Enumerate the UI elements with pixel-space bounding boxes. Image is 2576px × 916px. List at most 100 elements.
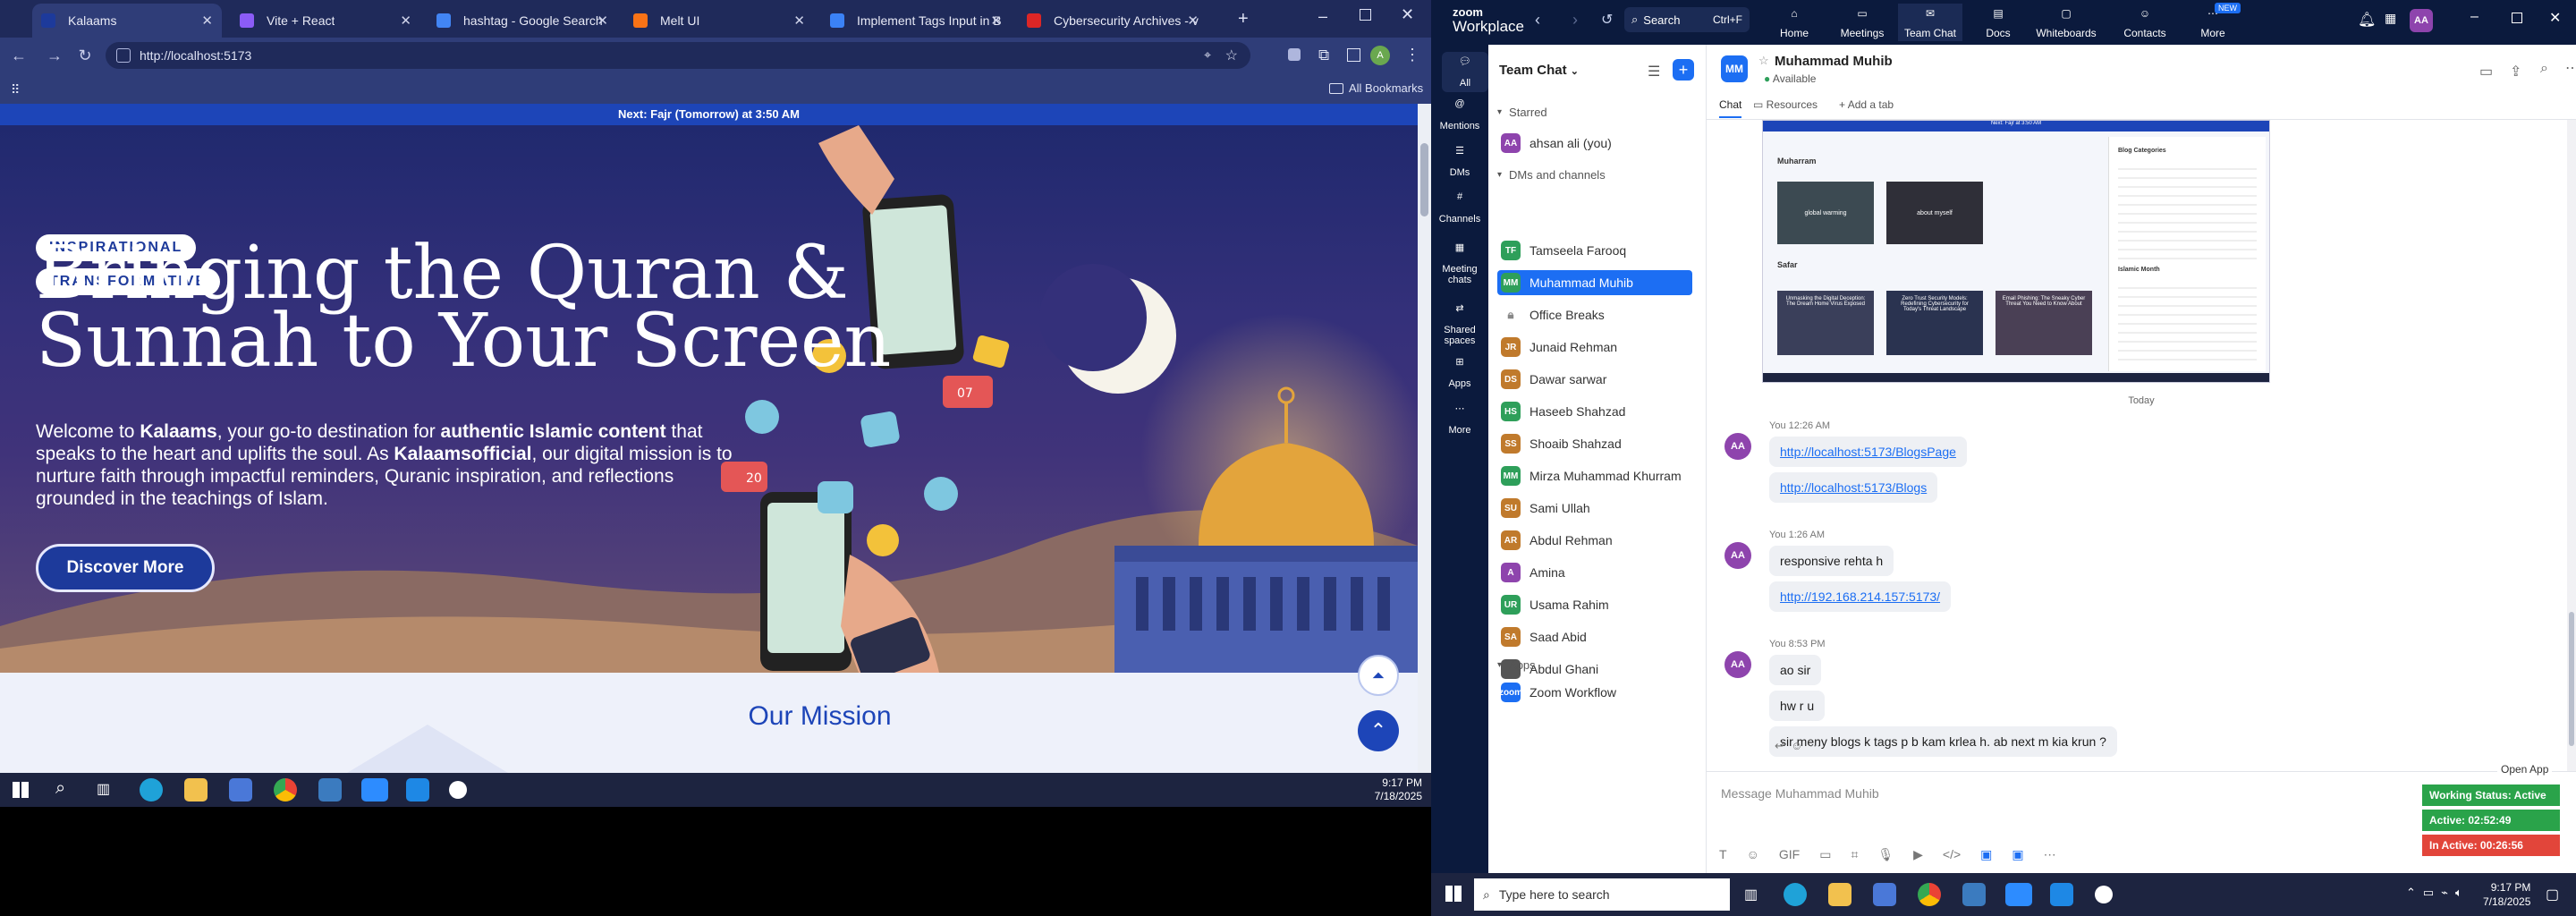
new-tab-icon[interactable]: + [1238,9,1249,30]
contact-item[interactable]: SS Shoaib Shahzad [1497,431,1692,456]
side-meeting-chats[interactable]: ▦ Meeting chats [1431,242,1488,285]
scroll-top-small-icon[interactable]: ⏶ [1358,655,1399,696]
back-icon[interactable]: ‹ [1535,11,1540,30]
nav-team-chat[interactable]: ✉ Team Chat [1898,4,1962,41]
message-link[interactable]: http://localhost:5173/Blogs [1780,480,1927,495]
share-icon[interactable]: ⇪ [2510,63,2521,81]
starred-section[interactable]: ▾ Starred [1497,106,1547,119]
message-link[interactable]: http://192.168.214.157:5173/ [1780,589,1940,604]
message-bubble[interactable]: hw r u [1769,691,1826,721]
back-icon[interactable]: ← [9,46,29,65]
chrome-icon[interactable] [274,778,297,802]
forward-icon[interactable]: → [45,46,64,65]
search-icon[interactable]: ⌕ [55,778,65,799]
windows-start-icon[interactable] [13,782,29,798]
windows-start-icon[interactable] [1445,886,1462,902]
screenshot-icon[interactable]: ⌗ [1851,847,1858,862]
close-window-icon[interactable]: ✕ [2549,9,2561,27]
contact-item[interactable]: SA Saad Abid [1497,624,1692,649]
message-bubble[interactable]: http://192.168.214.157:5173/ [1769,581,1952,612]
contact-item[interactable]: TF Tamseela Farooq [1497,238,1692,263]
vscode-icon[interactable] [2050,883,2073,906]
side-shared-spaces[interactable]: ⇄ Shared spaces [1431,302,1488,346]
more-icon[interactable]: ⋯ [2044,847,2056,862]
close-tab-icon[interactable]: ✕ [597,13,608,29]
clock[interactable]: 9:17 PM 7/18/2025 [1375,776,1422,803]
file-explorer-icon[interactable] [1828,883,1852,906]
task-view-icon[interactable]: ▥ [97,780,110,798]
contact-item[interactable]: DS Dawar sarwar [1497,367,1692,392]
file-explorer-icon[interactable] [184,778,208,802]
app-icon[interactable] [318,778,342,802]
tab-6[interactable]: Cybersecurity Archives - vCi ✕ [1018,4,1208,38]
new-chat-button[interactable]: + [1673,59,1694,81]
tab-add[interactable]: + Add a tab [1839,98,1894,111]
message-bubble[interactable]: responsive rehta h [1769,546,1894,576]
gif-icon[interactable]: GIF [1779,847,1800,862]
store-icon[interactable] [1873,883,1896,906]
bell-icon[interactable]: 🔔︎ [2358,11,2376,29]
app-icon[interactable] [1962,883,1986,906]
message-bubble[interactable]: http://localhost:5173/BlogsPage [1769,437,1967,467]
app-icon[interactable] [2095,886,2113,903]
contact-item-self[interactable]: AA ahsan ali (you) [1497,131,1692,156]
store-icon[interactable] [229,778,252,802]
apps-grid-icon[interactable]: ⠿ [11,82,20,98]
tab-3[interactable]: hashtag - Google Search ✕ [428,4,617,38]
task-view-icon[interactable]: ▥ [1744,886,1758,903]
notification-icon[interactable]: ▢ [2546,886,2559,903]
menu-kebab-icon[interactable]: ⋮ [1404,46,1420,64]
zoom-app-icon[interactable]: ▣ [1980,847,1992,862]
more-icon[interactable]: ⋯ [2565,59,2576,77]
user-avatar[interactable]: AA [2410,9,2433,32]
zoom-app-icon[interactable]: ▣ [2012,847,2023,862]
message-link[interactable]: http://localhost:5173/BlogsPage [1780,445,1956,459]
code-icon[interactable]: </> [1943,847,1961,862]
contact-item[interactable]: UR Usama Rahim [1497,592,1692,617]
mic-icon[interactable]: 🎙︎ [1877,847,1894,862]
contact-item[interactable]: MM Mirza Muhammad Khurram [1497,463,1692,488]
chrome-icon[interactable] [1918,883,1941,906]
tab-4[interactable]: Melt UI ✕ [624,4,814,38]
chat-scrollbar[interactable] [2567,120,2576,771]
site-info-icon[interactable] [116,48,131,63]
close-tab-icon[interactable]: ✕ [793,13,805,29]
contact-item[interactable]: MM Muhammad Muhib [1497,270,1692,295]
nav-contacts[interactable]: ☺ Contacts [2113,7,2177,39]
side-dms[interactable]: ☰ DMs [1431,145,1488,178]
scroll-top-button[interactable]: ⌃ [1358,710,1399,751]
edge-icon[interactable] [1784,883,1807,906]
side-more[interactable]: ⋯ More [1431,403,1488,436]
side-channels[interactable]: # Channels [1431,191,1488,225]
vscode-icon[interactable] [406,778,429,802]
contact-item[interactable]: SU Sami Ullah [1497,496,1692,521]
nav-whiteboards[interactable]: ▢ Whiteboards [2034,7,2098,39]
apps-section[interactable]: ▾ Apps [1497,658,1536,672]
tab-2[interactable]: Vite + React ✕ [231,4,420,38]
maximize-icon[interactable] [1360,9,1371,21]
message-bubble[interactable]: http://localhost:5173/Blogs [1769,472,1938,503]
url-input[interactable]: http://localhost:5173 ⌖ ☆ [106,42,1250,69]
contact-item-zoom-workflow[interactable]: zoom Zoom Workflow [1497,680,1692,705]
clock[interactable]: 9:17 PM 7/18/2025 [2483,880,2530,909]
discover-more-button[interactable]: Discover More [36,544,215,592]
nav-home[interactable]: ⌂ Home [1762,7,1826,39]
nav-meetings[interactable]: ▭ Meetings [1830,7,1894,39]
side-apps[interactable]: ⊞ Apps [1431,356,1488,389]
calendar-icon[interactable]: ▦ [2385,11,2396,26]
edge-icon[interactable] [140,778,163,802]
search-icon[interactable]: ⌕ [2540,61,2548,77]
side-mentions[interactable]: @ Mentions [1431,98,1488,131]
message-bubble[interactable]: ao sir [1769,655,1822,685]
emoji-icon[interactable]: ☺ [1747,847,1759,862]
file-icon[interactable]: ▭ [1819,847,1831,862]
star-icon[interactable]: ☆ [1758,54,1769,68]
contact-item[interactable]: HS Haseeb Shahzad [1497,399,1692,424]
message-bubble[interactable]: sir meny blogs k tags p b kam krlea h. a… [1769,726,2117,757]
team-chat-heading[interactable]: Team Chat ⌄ [1499,63,1579,78]
dms-section[interactable]: ▾ DMs and channels [1497,168,1606,182]
more-icon[interactable]: ⋯ [1809,739,1821,752]
video-icon[interactable]: ▭ [2479,63,2493,81]
reply-icon[interactable]: ↩ [1775,739,1784,752]
minimize-icon[interactable]: – [2470,9,2479,25]
